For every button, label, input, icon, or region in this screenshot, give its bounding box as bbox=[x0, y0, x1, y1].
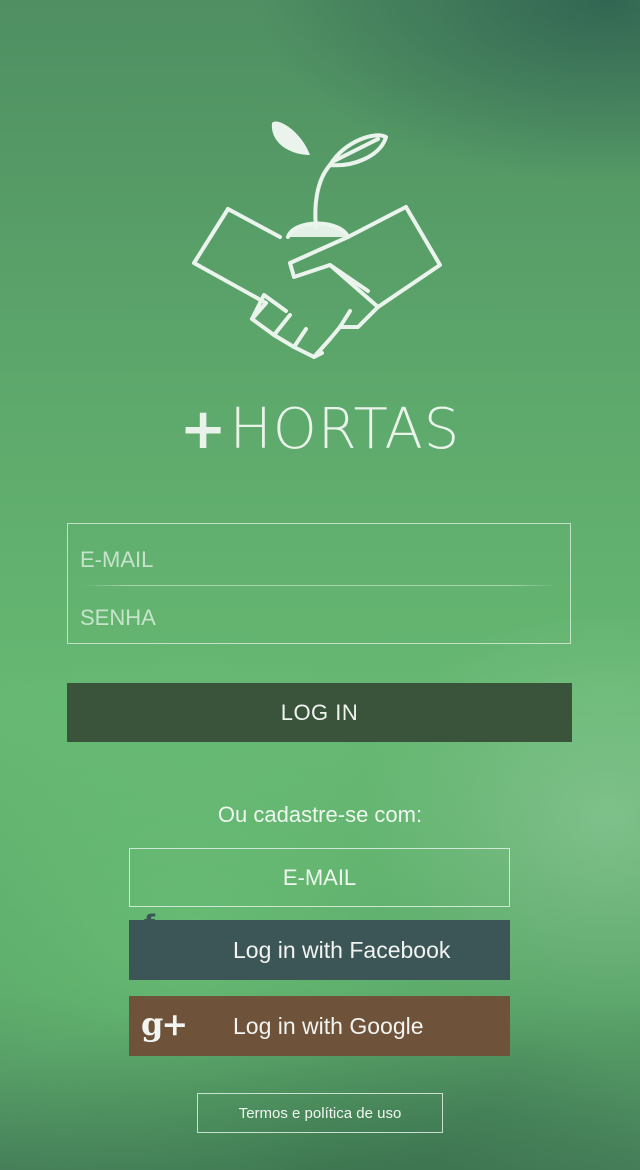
google-login-label: Log in with Google bbox=[233, 1013, 424, 1039]
handshake-sprout-icon bbox=[192, 121, 442, 359]
email-field[interactable] bbox=[80, 534, 558, 586]
app-brand-name: +HORTAS bbox=[0, 398, 640, 462]
brand-plus: + bbox=[179, 397, 228, 462]
login-button[interactable]: LOG IN bbox=[67, 683, 572, 742]
google-plus-icon: g+ bbox=[141, 1005, 188, 1043]
login-form bbox=[67, 523, 571, 644]
password-field[interactable] bbox=[80, 592, 558, 644]
signup-prompt: Ou cadastre-se com: bbox=[217, 802, 423, 827]
facebook-login-button[interactable]: f Log in with Facebook bbox=[129, 910, 510, 980]
field-divider bbox=[80, 585, 558, 586]
login-screen: +HORTAS LOG IN Ou cadastre-se com: E-MAI… bbox=[0, 0, 640, 1170]
signup-email-button[interactable]: E-MAIL bbox=[129, 848, 510, 907]
terms-link[interactable]: Termos e política de uso bbox=[197, 1093, 443, 1133]
brand-text: HORTAS bbox=[229, 397, 461, 462]
facebook-login-label: Log in with Facebook bbox=[233, 937, 451, 963]
facebook-icon: f bbox=[143, 910, 155, 940]
google-login-button[interactable]: g+ Log in with Google bbox=[129, 996, 510, 1056]
